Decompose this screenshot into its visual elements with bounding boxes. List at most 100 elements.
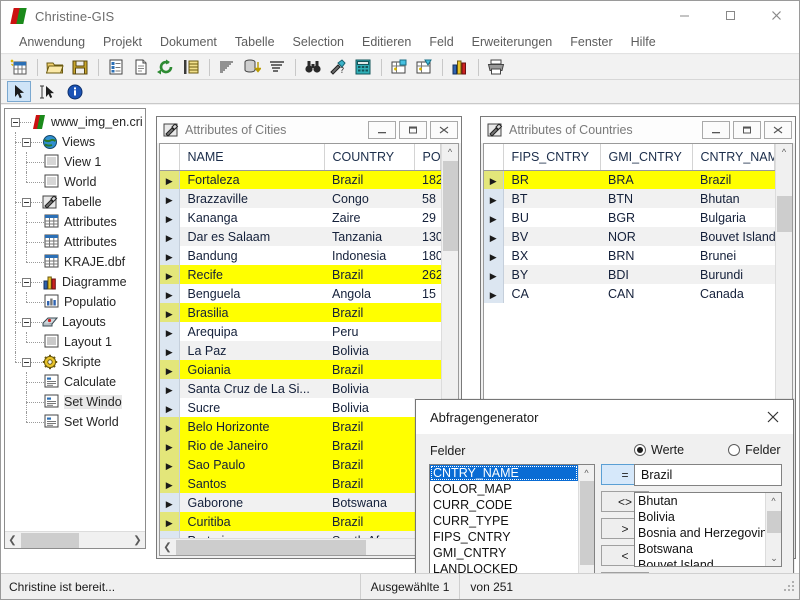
list-item[interactable]: Bosnia and Herzegovina	[635, 525, 765, 541]
table-row[interactable]: ▶ La Paz Bolivia	[160, 341, 441, 360]
tree-item-kraje-dbf[interactable]: KRAJE.dbf	[11, 252, 145, 272]
table-row[interactable]: ▶ Gaborone Botswana	[160, 493, 441, 512]
scroll-up-icon[interactable]: ^	[766, 493, 781, 508]
close-button[interactable]	[753, 1, 799, 30]
table-row[interactable]: ▶ Santa Cruz de La Si... Bolivia	[160, 379, 441, 398]
identify-info-icon[interactable]	[63, 81, 87, 102]
cities-col-population[interactable]: POPULAT	[414, 144, 441, 171]
countries-restore-button[interactable]	[733, 121, 761, 139]
list-item[interactable]: GMI_CNTRY	[430, 545, 578, 561]
scroll-thumb[interactable]	[580, 481, 594, 565]
tree-item-population[interactable]: Populatio	[11, 292, 145, 312]
row-select-cell[interactable]: ▶	[484, 284, 504, 303]
scroll-thumb[interactable]	[21, 532, 79, 548]
row-select-cell[interactable]: ▶	[484, 246, 504, 265]
scroll-left-icon[interactable]: ❮	[5, 535, 20, 546]
row-select-cell[interactable]: ▶	[160, 303, 180, 322]
tree-group-diagramme[interactable]: Diagramme	[11, 272, 145, 292]
dialog-close-button[interactable]	[753, 401, 793, 434]
scroll-left-icon[interactable]: ❮	[160, 542, 175, 553]
fields-scrollbar[interactable]: ^ ⌄	[578, 465, 594, 573]
find-binoculars-icon[interactable]	[301, 56, 325, 78]
list-item[interactable]: Bhutan	[635, 493, 765, 509]
table-row[interactable]: ▶ Brazzaville Congo 58	[160, 189, 441, 208]
collapse-icon[interactable]	[22, 277, 31, 287]
tree-item-layout-1[interactable]: Layout 1	[11, 332, 145, 352]
row-select-cell[interactable]: ▶	[160, 208, 180, 227]
row-select-cell[interactable]: ▶	[160, 360, 180, 379]
menu-feld[interactable]: Feld	[420, 31, 462, 53]
scroll-down-icon[interactable]: ⌄	[766, 551, 781, 566]
menu-selection[interactable]: Selection	[284, 31, 353, 53]
table-row[interactable]: ▶ Sao Paulo Brazil	[160, 455, 441, 474]
menu-dokument[interactable]: Dokument	[151, 31, 226, 53]
database-download-icon[interactable]	[240, 56, 264, 78]
table-row[interactable]: ▶ Sucre Bolivia	[160, 398, 441, 417]
countries-col-name[interactable]: CNTRY_NAME	[692, 144, 775, 171]
select-text-icon[interactable]	[35, 81, 59, 102]
collapse-icon[interactable]	[22, 317, 31, 327]
tree-item-view-1[interactable]: View 1	[11, 152, 145, 172]
row-select-cell[interactable]: ▶	[160, 417, 180, 436]
countries-col-gmi[interactable]: GMI_CNTRY	[600, 144, 693, 171]
row-select-cell[interactable]: ▶	[160, 398, 180, 417]
list-item[interactable]: Botswana	[635, 541, 765, 557]
row-select-cell[interactable]: ▶	[160, 265, 180, 284]
row-select-cell[interactable]: ▶	[160, 170, 180, 189]
radio-werte[interactable]: Werte	[634, 443, 684, 457]
table-row[interactable]: ▶ BY BDI Burundi	[484, 265, 775, 284]
table-row[interactable]: ▶ BT BTN Bhutan	[484, 189, 775, 208]
list-item[interactable]: CURR_TYPE	[430, 513, 578, 529]
values-listbox[interactable]: Bhutan Bolivia Bosnia and Herzegovina Botsw…	[634, 492, 782, 567]
row-select-cell[interactable]: ▶	[160, 493, 180, 512]
copy-document-icon[interactable]	[129, 56, 153, 78]
collapse-icon[interactable]	[22, 357, 31, 367]
sort-descending-icon[interactable]	[265, 56, 289, 78]
menu-anwendung[interactable]: Anwendung	[10, 31, 94, 53]
cities-minimize-button[interactable]	[368, 121, 396, 139]
list-item[interactable]: LANDLOCKED	[430, 561, 578, 573]
list-item[interactable]: COLOR_MAP	[430, 481, 578, 497]
row-select-cell[interactable]: ▶	[484, 208, 504, 227]
countries-close-button[interactable]	[764, 121, 792, 139]
table-row[interactable]: ▶ Goiania Brazil	[160, 360, 441, 379]
table-row[interactable]: ▶ BR BRA Brazil	[484, 170, 775, 189]
menu-editieren[interactable]: Editieren	[353, 31, 420, 53]
table-row[interactable]: ▶ Benguela Angola 15	[160, 284, 441, 303]
row-select-cell[interactable]: ▶	[160, 455, 180, 474]
table-row[interactable]: ▶ Curitiba Brazil	[160, 512, 441, 531]
cities-horizontal-scrollbar[interactable]: ❮	[160, 538, 441, 555]
edit-field-icon[interactable]	[412, 56, 436, 78]
menu-projekt[interactable]: Projekt	[94, 31, 151, 53]
table-row[interactable]: ▶ Rio de Janeiro Brazil	[160, 436, 441, 455]
table-row[interactable]: ▶ Brasilia Brazil	[160, 303, 441, 322]
countries-col-fips[interactable]: FIPS_CNTRY	[503, 144, 601, 171]
row-select-cell[interactable]: ▶	[484, 189, 504, 208]
collapse-icon[interactable]	[11, 117, 20, 127]
row-select-cell[interactable]: ▶	[160, 436, 180, 455]
maximize-button[interactable]	[707, 1, 753, 30]
row-select-cell[interactable]: ▶	[484, 265, 504, 284]
properties-icon[interactable]	[104, 56, 128, 78]
menu-fenster[interactable]: Fenster	[561, 31, 621, 53]
cities-close-button[interactable]	[430, 121, 458, 139]
tree-item-attributes-2[interactable]: Attributes	[11, 232, 145, 252]
chart-icon[interactable]	[448, 56, 472, 78]
list-item[interactable]: Bolivia	[635, 509, 765, 525]
minimize-button[interactable]	[661, 1, 707, 30]
row-select-cell[interactable]: ▶	[160, 284, 180, 303]
add-field-icon[interactable]	[387, 56, 411, 78]
table-row[interactable]: ▶ FortalezaBrazil182	[160, 170, 441, 189]
table-row[interactable]: ▶ Bandung Indonesia 180	[160, 246, 441, 265]
tree-horizontal-scrollbar[interactable]: ❮ ❯	[5, 531, 145, 548]
row-select-cell[interactable]: ▶	[160, 531, 180, 538]
row-select-cell[interactable]: ▶	[484, 227, 504, 246]
table-row[interactable]: ▶ Belo Horizonte Brazil	[160, 417, 441, 436]
tree-item-set-window[interactable]: Set Windo	[11, 392, 145, 412]
list-item[interactable]: FIPS_CNTRY	[430, 529, 578, 545]
calculator-icon[interactable]	[351, 56, 375, 78]
resize-grip-icon[interactable]	[784, 580, 796, 593]
row-select-cell[interactable]: ▶	[484, 170, 504, 189]
table-row[interactable]: ▶ BV NOR Bouvet Island	[484, 227, 775, 246]
tree-item-project[interactable]: www_img_en.cri	[11, 112, 145, 132]
